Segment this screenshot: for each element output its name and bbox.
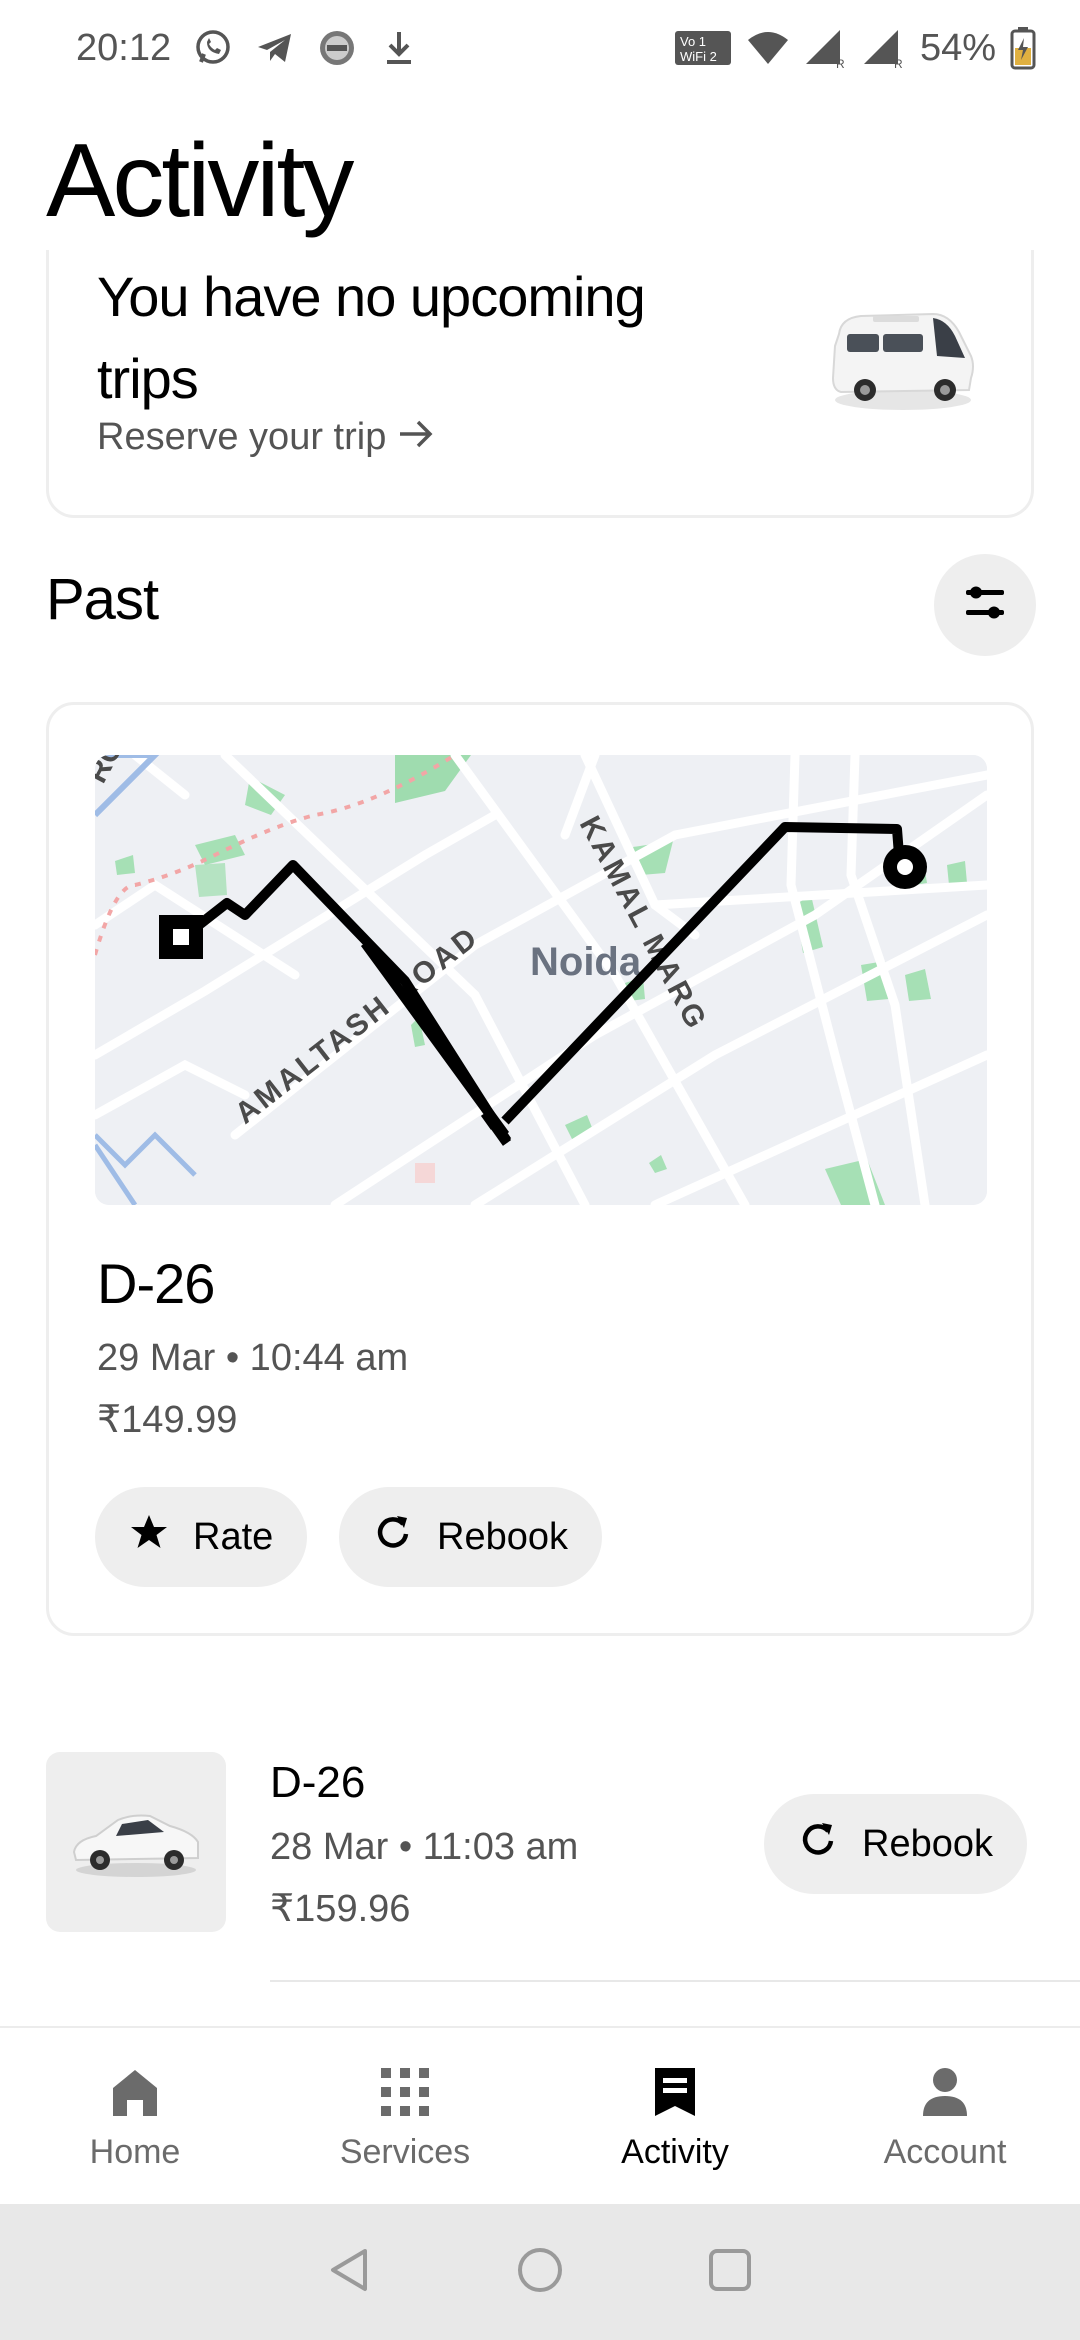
rate-label: Rate [193,1515,274,1558]
rebook-label: Rebook [862,1822,993,1865]
page-title: Activity [46,123,354,239]
back-icon[interactable] [325,2245,375,2300]
filter-sliders-icon [962,580,1008,631]
svg-text:Vo 1: Vo 1 [680,34,706,49]
battery-percentage: 54% [919,26,996,69]
nav-activity-label: Activity [621,2133,729,2171]
rebook-icon [798,1819,838,1869]
rebook-button[interactable]: Rebook [764,1794,1027,1894]
car-thumbnail [46,1752,226,1932]
upcoming-heading: You have no upcoming trips [97,265,646,410]
signal-icon: R [862,28,906,68]
status-bar: 20:12 Vo 1 WiFi 2 R R 54% [0,0,1080,96]
rate-button[interactable]: Rate [95,1487,308,1587]
nav-account-label: Account [883,2133,1007,2171]
svg-text:R: R [836,57,845,68]
divider [270,1980,1080,1982]
nav-home[interactable]: Home [0,2028,270,2204]
svg-text:R: R [894,57,903,68]
reserve-trip-link[interactable]: Reserve your trip [97,416,434,459]
trip-price: ₹149.99 [97,1399,238,1441]
recents-icon[interactable] [705,2245,755,2300]
nav-activity[interactable]: Activity [540,2028,810,2204]
filter-button[interactable] [934,554,1036,656]
home-icon [109,2066,161,2123]
rebook-button[interactable]: Rebook [339,1487,602,1587]
download-icon [379,28,419,68]
nav-services[interactable]: Services [270,2028,540,2204]
map-area-label: Noida [530,940,642,984]
system-navigation-bar [0,2204,1080,2340]
grid-icon [379,2066,431,2123]
app-badge-icon [317,28,357,68]
signal-icon: R [804,28,848,68]
trip-route-map[interactable]: AMALTASH ROAD KAMAL MARG RO Noida [95,755,987,1205]
trip-row[interactable]: D-26 28 Mar • 11:03 am ₹159.96 Rebook [0,1752,1080,1982]
svg-text:WiFi 2: WiFi 2 [680,49,717,64]
nav-services-label: Services [339,2133,471,2171]
telegram-icon [255,28,295,68]
person-icon [919,2066,971,2123]
nav-home-label: Home [89,2133,181,2171]
status-right: Vo 1 WiFi 2 R R 54% [674,26,1036,70]
past-heading: Past [46,567,159,632]
van-illustration [821,304,981,419]
trip-row-date: 28 Mar • 11:03 am [270,1826,579,1868]
upcoming-trips-card: You have no upcoming trips Reserve your … [46,250,1034,518]
wifi-icon [746,28,790,68]
star-icon [129,1512,169,1562]
whatsapp-icon [193,28,233,68]
battery-charging-icon [1010,26,1036,70]
trip-date: 29 Mar • 10:44 am [97,1337,409,1379]
vowifi-icon: Vo 1 WiFi 2 [674,28,732,68]
home-circle-icon[interactable] [515,2245,565,2300]
nav-account[interactable]: Account [810,2028,1080,2204]
bottom-navigation: Home Services Activity Account [0,2026,1080,2204]
trip-row-title: D-26 [270,1758,366,1807]
rebook-label: Rebook [437,1515,568,1558]
receipt-icon [649,2066,701,2123]
rebook-icon [373,1512,413,1562]
trip-row-price: ₹159.96 [270,1888,411,1930]
status-time: 20:12 [76,26,172,69]
arrow-right-icon [398,416,434,459]
trip-title: D-26 [97,1252,215,1315]
reserve-trip-label: Reserve your trip [97,416,387,458]
trip-card[interactable]: AMALTASH ROAD KAMAL MARG RO Noida D-26 2… [46,702,1034,1636]
status-left: 20:12 [76,27,419,70]
